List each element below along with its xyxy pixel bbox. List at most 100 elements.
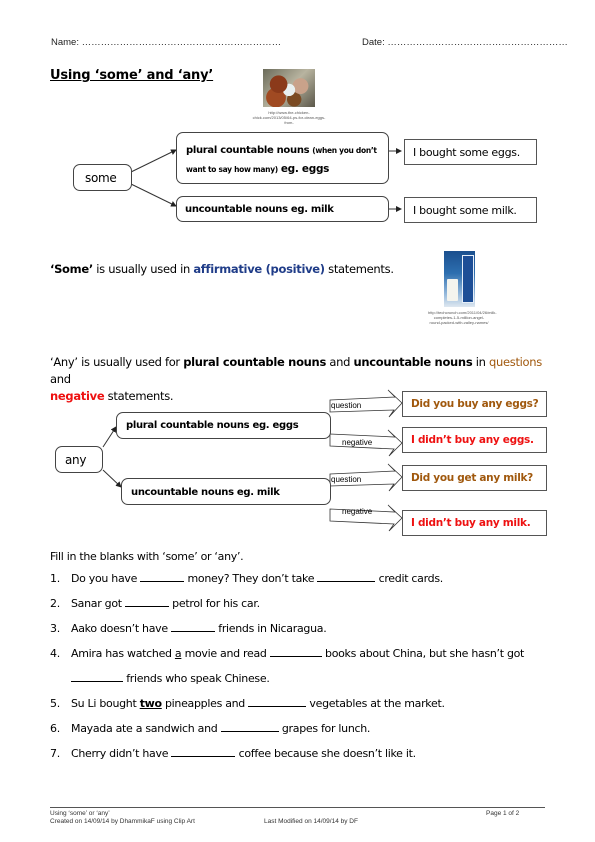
footer-doc-title: Using ‘some’ or ‘any’ xyxy=(50,810,110,817)
some-rule-mid: is usually used in xyxy=(92,262,194,276)
some-result-milk-text: I bought some milk. xyxy=(413,204,517,217)
blank-input[interactable] xyxy=(124,596,169,607)
any-root-label: any xyxy=(65,453,87,467)
blank-input[interactable] xyxy=(269,646,322,657)
item-number: 3. xyxy=(50,622,60,635)
blank-input[interactable] xyxy=(171,746,236,757)
milk-image-caption: http://techcrunch.com/2011/04/26/milk-co… xyxy=(428,310,497,325)
any-result-negative-eggs: I didn’t buy any eggs. xyxy=(402,427,547,453)
exercise-item-3: 3. Aako doesn’t have friends in Nicaragua… xyxy=(50,621,327,635)
exercise-item-4-cont: friends who speak Chinese. xyxy=(50,671,270,685)
item-number: 2. xyxy=(50,597,60,610)
item-text: Su Li bought xyxy=(71,697,140,710)
any-root-box: any xyxy=(55,446,103,473)
plural-countable-label: plural countable nouns xyxy=(186,145,310,156)
uncountable-label: uncountable nouns eg. milk xyxy=(185,204,334,215)
some-root-box: some xyxy=(73,164,132,191)
blank-input[interactable] xyxy=(220,721,279,732)
some-rule: ‘Some’ is usually used in affirmative (p… xyxy=(50,262,394,276)
any-rule-questions: questions xyxy=(488,355,542,369)
item-text: friends who speak Chinese. xyxy=(123,672,270,685)
some-result-eggs: I bought some eggs. xyxy=(404,139,537,165)
footer-created: Created on 14/09/14 by DhammikaF using C… xyxy=(50,818,195,825)
arrow-label-negative-1: negative xyxy=(342,438,373,447)
item-text: coffee because she doesn’t like it. xyxy=(235,747,417,760)
exercise-item-1: 1. Do you have money? They don’t take cre… xyxy=(50,571,443,585)
blank-input[interactable] xyxy=(140,571,185,582)
exercise-item-5: 5. Su Li bought two pineapples and vegeta… xyxy=(50,696,445,710)
any-result-text-1: Did you buy any eggs? xyxy=(411,398,539,410)
some-root-label: some xyxy=(85,171,117,185)
blank-input[interactable] xyxy=(317,571,376,582)
footer-page-number: Page 1 of 2 xyxy=(486,810,520,817)
underlined-word: two xyxy=(139,697,162,710)
any-result-question-eggs: Did you buy any eggs? xyxy=(402,391,547,417)
any-rule-uncountable: uncountable nouns xyxy=(353,355,473,369)
item-number: 6. xyxy=(50,722,60,735)
any-arrow-plural xyxy=(102,426,117,448)
item-text: Mayada ate a sandwich and xyxy=(71,722,221,735)
plural-example: eg. eggs xyxy=(280,163,330,175)
any-rule-negative: negative xyxy=(50,389,105,403)
any-result-negative-milk: I didn’t buy any milk. xyxy=(402,510,547,536)
item-text: Aako doesn’t have xyxy=(71,622,172,635)
item-number: 1. xyxy=(50,572,60,585)
any-rule-p4: and xyxy=(50,372,71,386)
item-text: credit cards. xyxy=(375,572,444,585)
milk-image xyxy=(444,251,475,307)
item-text: friends in Nicaragua. xyxy=(215,622,327,635)
any-uncountable-label: uncountable nouns eg. milk xyxy=(131,487,280,498)
item-text: Sanar got xyxy=(71,597,125,610)
item-text: grapes for lunch. xyxy=(278,722,371,735)
arrow-label-question-2: question xyxy=(331,475,362,484)
any-result-text-2: I didn’t buy any eggs. xyxy=(411,434,534,446)
affirmative-highlight: affirmative (positive) xyxy=(193,262,325,276)
any-rule-p3: in xyxy=(472,355,489,369)
exercise-item-4: 4. Amira has watched a movie and read boo… xyxy=(50,646,524,660)
blank-input[interactable] xyxy=(171,621,216,632)
item-text: Do you have xyxy=(71,572,141,585)
exercise-instruction: Fill in the blanks with ‘some’ or ‘any’. xyxy=(50,550,244,563)
any-result-text-4: I didn’t buy any milk. xyxy=(411,517,531,529)
any-rule-p2: and xyxy=(326,355,354,369)
footer-divider xyxy=(50,807,545,808)
any-rule-p1: ‘Any’ is usually used for xyxy=(50,355,184,369)
exercise-item-2: 2. Sanar got petrol for his car. xyxy=(50,596,260,610)
blank-input[interactable] xyxy=(248,696,307,707)
some-arrow-plural xyxy=(130,149,177,173)
any-result-question-milk: Did you get any milk? xyxy=(402,465,547,491)
item-text: movie and read xyxy=(181,647,270,660)
some-branch-uncountable: uncountable nouns eg. milk xyxy=(176,196,389,222)
some-arrow-uncountable xyxy=(130,183,177,207)
any-rule-plural: plural countable nouns xyxy=(183,355,326,369)
some-rule-end: statements. xyxy=(324,262,394,276)
item-text: Cherry didn’t have xyxy=(71,747,172,760)
item-text: vegetables at the market. xyxy=(306,697,445,710)
arrow-label-question-1: question xyxy=(331,401,362,410)
milk-carton-shape xyxy=(462,255,474,303)
any-result-text-3: Did you get any milk? xyxy=(411,472,533,484)
some-quoted: ‘Some’ xyxy=(50,262,93,276)
any-plural-label: plural countable nouns eg. eggs xyxy=(126,420,299,431)
item-text: books about China, but she hasn’t got xyxy=(321,647,525,660)
item-number: 4. xyxy=(50,647,60,660)
any-branch-plural: plural countable nouns eg. eggs xyxy=(116,412,331,439)
item-text: petrol for his car. xyxy=(168,597,260,610)
some-result-eggs-text: I bought some eggs. xyxy=(413,146,520,159)
item-text: money? They don’t take xyxy=(184,572,318,585)
blank-input[interactable] xyxy=(71,671,123,682)
item-number: 5. xyxy=(50,697,60,710)
any-arrow-uncountable xyxy=(102,469,122,488)
some-branch-plural: plural countable nouns (when you don’t w… xyxy=(176,132,389,184)
any-rule-p5: statements. xyxy=(104,389,174,403)
arrow-label-negative-2: negative xyxy=(342,507,373,516)
item-number: 7. xyxy=(50,747,60,760)
exercise-item-7: 7. Cherry didn’t have coffee because she … xyxy=(50,746,416,760)
item-text: Amira has watched xyxy=(71,647,175,660)
any-branch-uncountable: uncountable nouns eg. milk xyxy=(121,478,331,505)
some-result-milk: I bought some milk. xyxy=(404,197,537,223)
exercise-item-6: 6. Mayada ate a sandwich and grapes for l… xyxy=(50,721,370,735)
milk-glass-shape xyxy=(447,279,458,301)
item-text: pineapples and xyxy=(161,697,249,710)
footer-modified: Last Modified on 14/09/14 by DF xyxy=(264,818,358,825)
